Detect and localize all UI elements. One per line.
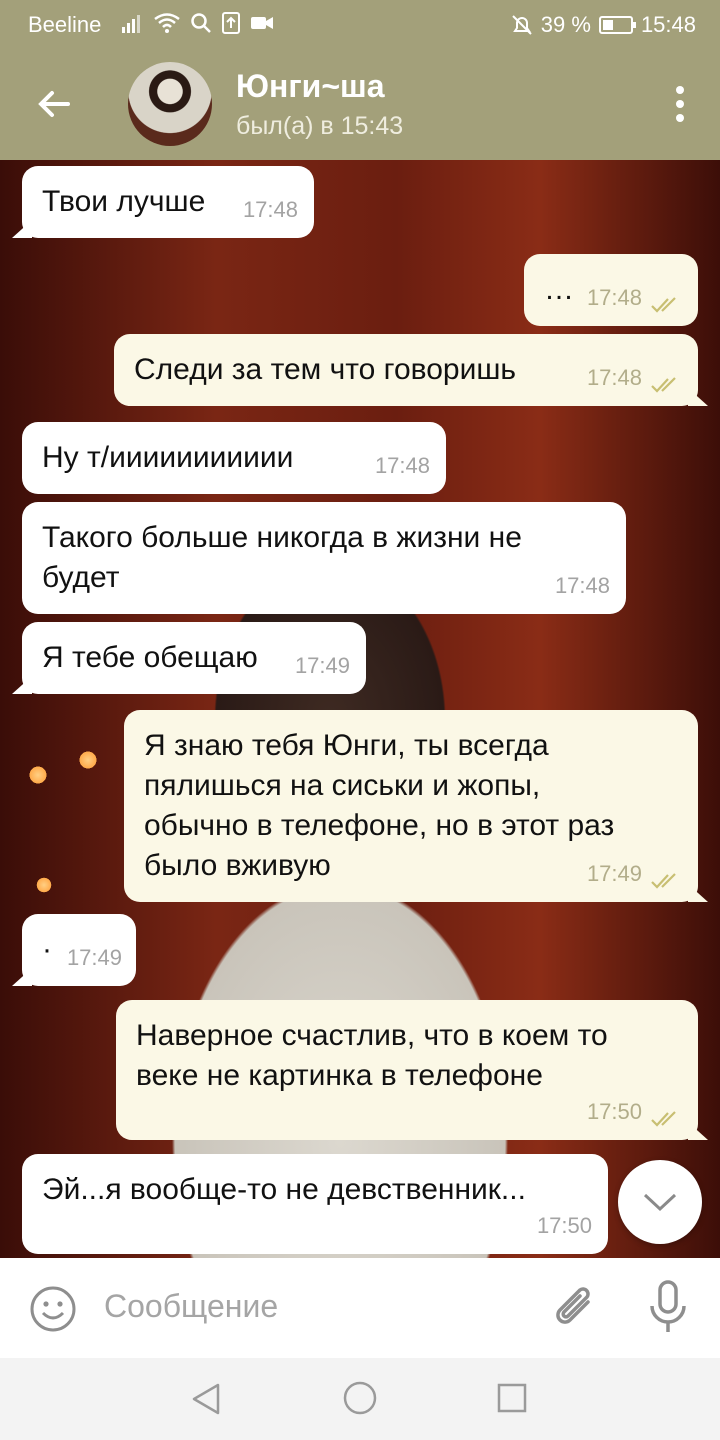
read-check-icon xyxy=(651,377,676,393)
read-check-icon xyxy=(651,873,676,889)
message-text-line: Наверное счастлив, что в коем то xyxy=(136,1019,608,1052)
message-text-line: будет xyxy=(42,561,120,594)
upload-icon xyxy=(222,12,240,34)
clock: 15:48 xyxy=(640,12,696,37)
message-text-line: обычно в телефоне, но в этот раз xyxy=(144,809,615,842)
message-time: 17:48 xyxy=(586,365,642,390)
message-text: Я тебе обещаю xyxy=(42,641,258,674)
message-incoming[interactable]: Такого больше никогда в жизни не будет 1… xyxy=(22,502,626,614)
chat-header: Юнги~ша был(а) в 15:43 xyxy=(0,48,720,160)
message-text: Следи за тем что говоришь xyxy=(134,353,517,386)
message-outgoing[interactable]: Следи за тем что говоришь 17:48 xyxy=(114,334,708,406)
message-text: Ну т/иииииииииии xyxy=(42,441,294,474)
message-time: 17:49 xyxy=(66,945,122,970)
message-text: … xyxy=(544,273,574,306)
message-time: 17:48 xyxy=(554,573,610,598)
message-text: · xyxy=(42,933,52,966)
message-input[interactable]: Сообщение xyxy=(104,1288,278,1325)
message-outgoing[interactable]: Я знаю тебя Юнги, ты всегда пялишься на … xyxy=(124,710,708,902)
signal-icon xyxy=(122,15,140,33)
status-icons xyxy=(122,12,274,34)
microphone-icon[interactable] xyxy=(646,1280,690,1336)
chevron-down-icon xyxy=(643,1193,677,1212)
battery-icon xyxy=(598,16,636,34)
message-text-line: Я знаю тебя Юнги, ты всегда xyxy=(144,729,549,762)
message-incoming[interactable]: Эй...я вообще-то не девственник... 17:50 xyxy=(22,1154,608,1254)
battery-percent: 39 % xyxy=(540,12,591,37)
video-icon xyxy=(251,17,273,29)
nav-back-icon[interactable] xyxy=(190,1382,222,1416)
message-time: 17:50 xyxy=(536,1213,592,1238)
message-incoming[interactable]: · 17:49 xyxy=(12,914,136,986)
message-incoming[interactable]: Твои лучше 17:48 xyxy=(12,166,314,238)
system-navigation-bar xyxy=(0,1358,720,1440)
message-list[interactable]: Твои лучше 17:48 … 17:48 Следи за тем чт… xyxy=(0,160,720,1258)
message-outgoing[interactable]: … 17:48 xyxy=(524,254,698,326)
message-time: 17:48 xyxy=(242,197,298,222)
message-text-line: веке не картинка в телефоне xyxy=(136,1059,543,1092)
message-text-line: пялишься на сиськи и жопы, xyxy=(144,769,541,802)
message-time: 17:49 xyxy=(294,653,350,678)
message-composer: Сообщение xyxy=(0,1258,720,1358)
message-incoming[interactable]: Ну т/иииииииииии 17:48 xyxy=(22,422,446,494)
message-time: 17:50 xyxy=(586,1099,642,1124)
message-text: Твои лучше xyxy=(42,185,206,218)
message-text-line: Такого больше никогда в жизни не xyxy=(42,521,522,554)
more-vertical-icon[interactable] xyxy=(676,86,684,122)
nav-home-icon[interactable] xyxy=(342,1380,378,1416)
bell-off-icon xyxy=(512,15,532,35)
search-icon xyxy=(191,13,211,33)
message-incoming[interactable]: Я тебе обещаю 17:49 xyxy=(12,622,366,694)
smiley-icon[interactable] xyxy=(28,1284,78,1334)
carrier-name: Beeline xyxy=(28,12,102,37)
status-right: 39 % 15:48 xyxy=(511,12,696,38)
last-seen: был(а) в 15:43 xyxy=(236,112,404,140)
message-outgoing[interactable]: Наверное счастлив, что в коем то веке не… xyxy=(116,1000,708,1140)
nav-recent-apps-icon[interactable] xyxy=(496,1382,528,1414)
message-time: 17:49 xyxy=(586,861,642,886)
message-time: 17:48 xyxy=(586,285,642,310)
status-bar: Beeline 39 % 15:48 xyxy=(0,0,720,48)
wifi-icon xyxy=(154,13,180,33)
contact-name[interactable]: Юнги~ша xyxy=(236,68,384,105)
avatar[interactable] xyxy=(128,62,212,146)
arrow-left-icon[interactable] xyxy=(34,84,74,124)
scroll-to-bottom-button[interactable] xyxy=(618,1160,702,1244)
read-check-icon xyxy=(651,297,676,313)
message-text: Эй...я вообще-то не девственник... xyxy=(42,1173,526,1206)
paperclip-icon[interactable] xyxy=(552,1282,600,1334)
read-check-icon xyxy=(651,1111,676,1127)
message-time: 17:48 xyxy=(374,453,430,478)
